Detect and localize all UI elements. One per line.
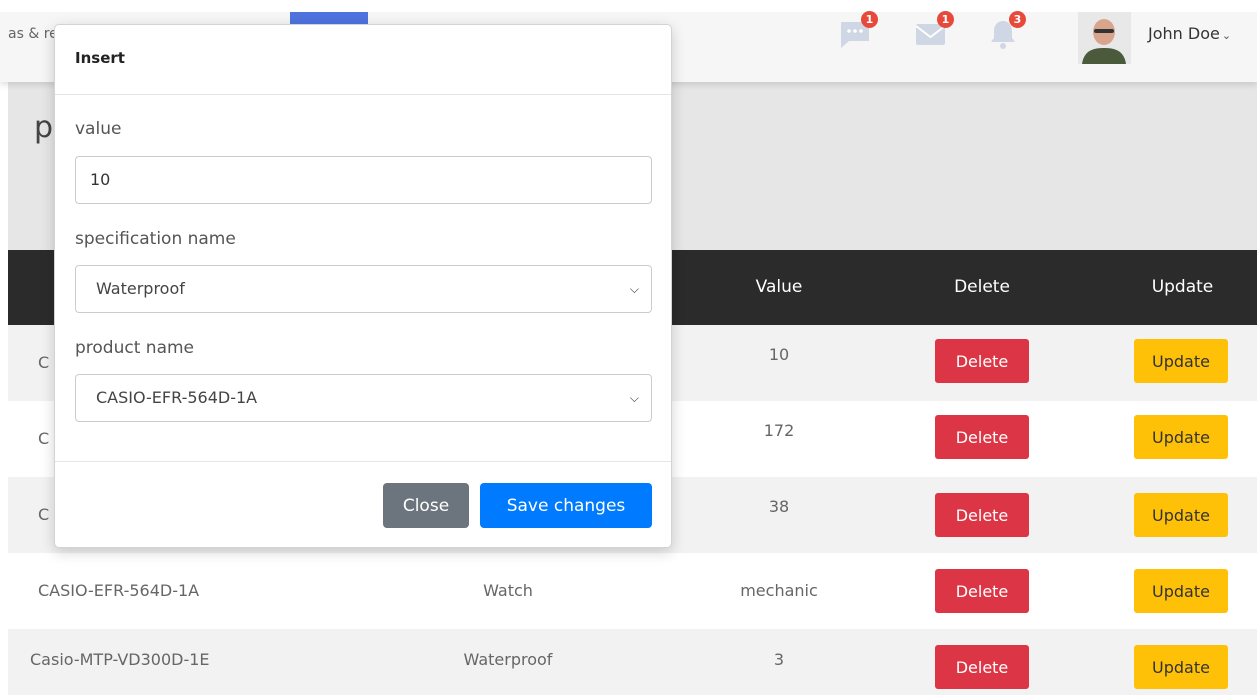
update-button[interactable]: Update: [1134, 569, 1228, 613]
column-header-update: Update: [1151, 277, 1214, 297]
cell-value: 10: [768, 345, 790, 364]
user-menu[interactable]: John Doe ⌄: [1148, 24, 1231, 43]
value-input[interactable]: 10: [75, 156, 652, 204]
delete-button[interactable]: Delete: [935, 493, 1029, 537]
cell-value: 38: [768, 497, 790, 516]
delete-button[interactable]: Delete: [935, 569, 1029, 613]
cell-specification: Watch: [483, 581, 533, 600]
product-name-select[interactable]: CASIO-EFR-564D-1A ⌵: [75, 374, 652, 422]
update-button[interactable]: Update: [1134, 645, 1228, 689]
delete-button[interactable]: Delete: [935, 415, 1029, 459]
product-name-label: product name: [75, 338, 194, 358]
notifications-button[interactable]: 3: [986, 11, 1026, 51]
messages-button[interactable]: 1: [838, 11, 878, 51]
cell-value: 172: [763, 421, 795, 440]
cell-product: C: [38, 429, 50, 448]
update-button[interactable]: Update: [1134, 415, 1228, 459]
cell-product: Casio-MTP-VD300D-1E: [30, 650, 210, 669]
delete-button[interactable]: Delete: [935, 645, 1029, 689]
table-row: Casio-MTP-VD300D-1E Waterproof 3 Delete …: [8, 629, 1257, 695]
update-button[interactable]: Update: [1134, 339, 1228, 383]
specification-selected-value: Waterproof: [96, 279, 185, 298]
cell-product: C: [38, 505, 50, 524]
cell-value: 3: [773, 650, 785, 669]
top-strip: [0, 0, 1257, 12]
delete-button[interactable]: Delete: [935, 339, 1029, 383]
product-selected-value: CASIO-EFR-564D-1A: [96, 388, 258, 407]
cell-specification: Waterproof: [463, 650, 553, 669]
breadcrumb: as & re: [8, 26, 58, 42]
modal-header: Insert: [55, 25, 671, 95]
table-row: CASIO-EFR-564D-1A Watch mechanic Delete …: [8, 553, 1257, 629]
messages-badge: 1: [861, 11, 878, 28]
mail-button[interactable]: 1: [914, 11, 954, 51]
modal-footer: Close Save changes: [55, 461, 671, 547]
cell-product: CASIO-EFR-564D-1A: [38, 581, 200, 600]
update-button[interactable]: Update: [1134, 493, 1228, 537]
specification-name-label: specification name: [75, 229, 236, 249]
close-button[interactable]: Close: [383, 483, 469, 528]
column-header-value: Value: [755, 277, 803, 297]
chevron-down-icon: ⌵: [629, 391, 639, 405]
save-changes-button[interactable]: Save changes: [480, 483, 652, 528]
user-photo-icon: [1078, 12, 1131, 64]
chevron-down-icon: ⌵: [629, 282, 639, 296]
notifications-badge: 3: [1009, 11, 1026, 28]
mail-badge: 1: [937, 11, 954, 28]
cell-product: C: [38, 353, 50, 372]
specification-name-select[interactable]: Waterproof ⌵: [75, 265, 652, 313]
chevron-down-icon: ⌄: [1221, 29, 1232, 42]
cell-value: mechanic: [740, 581, 818, 600]
avatar[interactable]: [1078, 12, 1131, 64]
user-name: John Doe: [1148, 24, 1220, 43]
value-label: value: [75, 119, 122, 139]
modal-title: Insert: [75, 49, 125, 67]
column-header-delete: Delete: [954, 277, 1010, 297]
insert-modal: Insert value 10 specification name Water…: [54, 24, 672, 548]
